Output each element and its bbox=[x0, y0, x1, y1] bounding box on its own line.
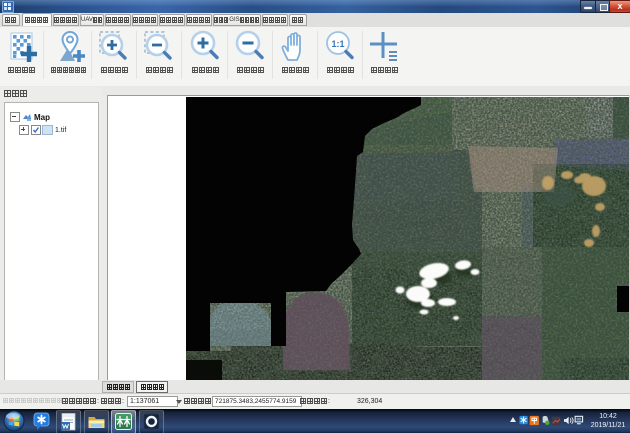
svg-text:1:1: 1:1 bbox=[331, 39, 344, 49]
